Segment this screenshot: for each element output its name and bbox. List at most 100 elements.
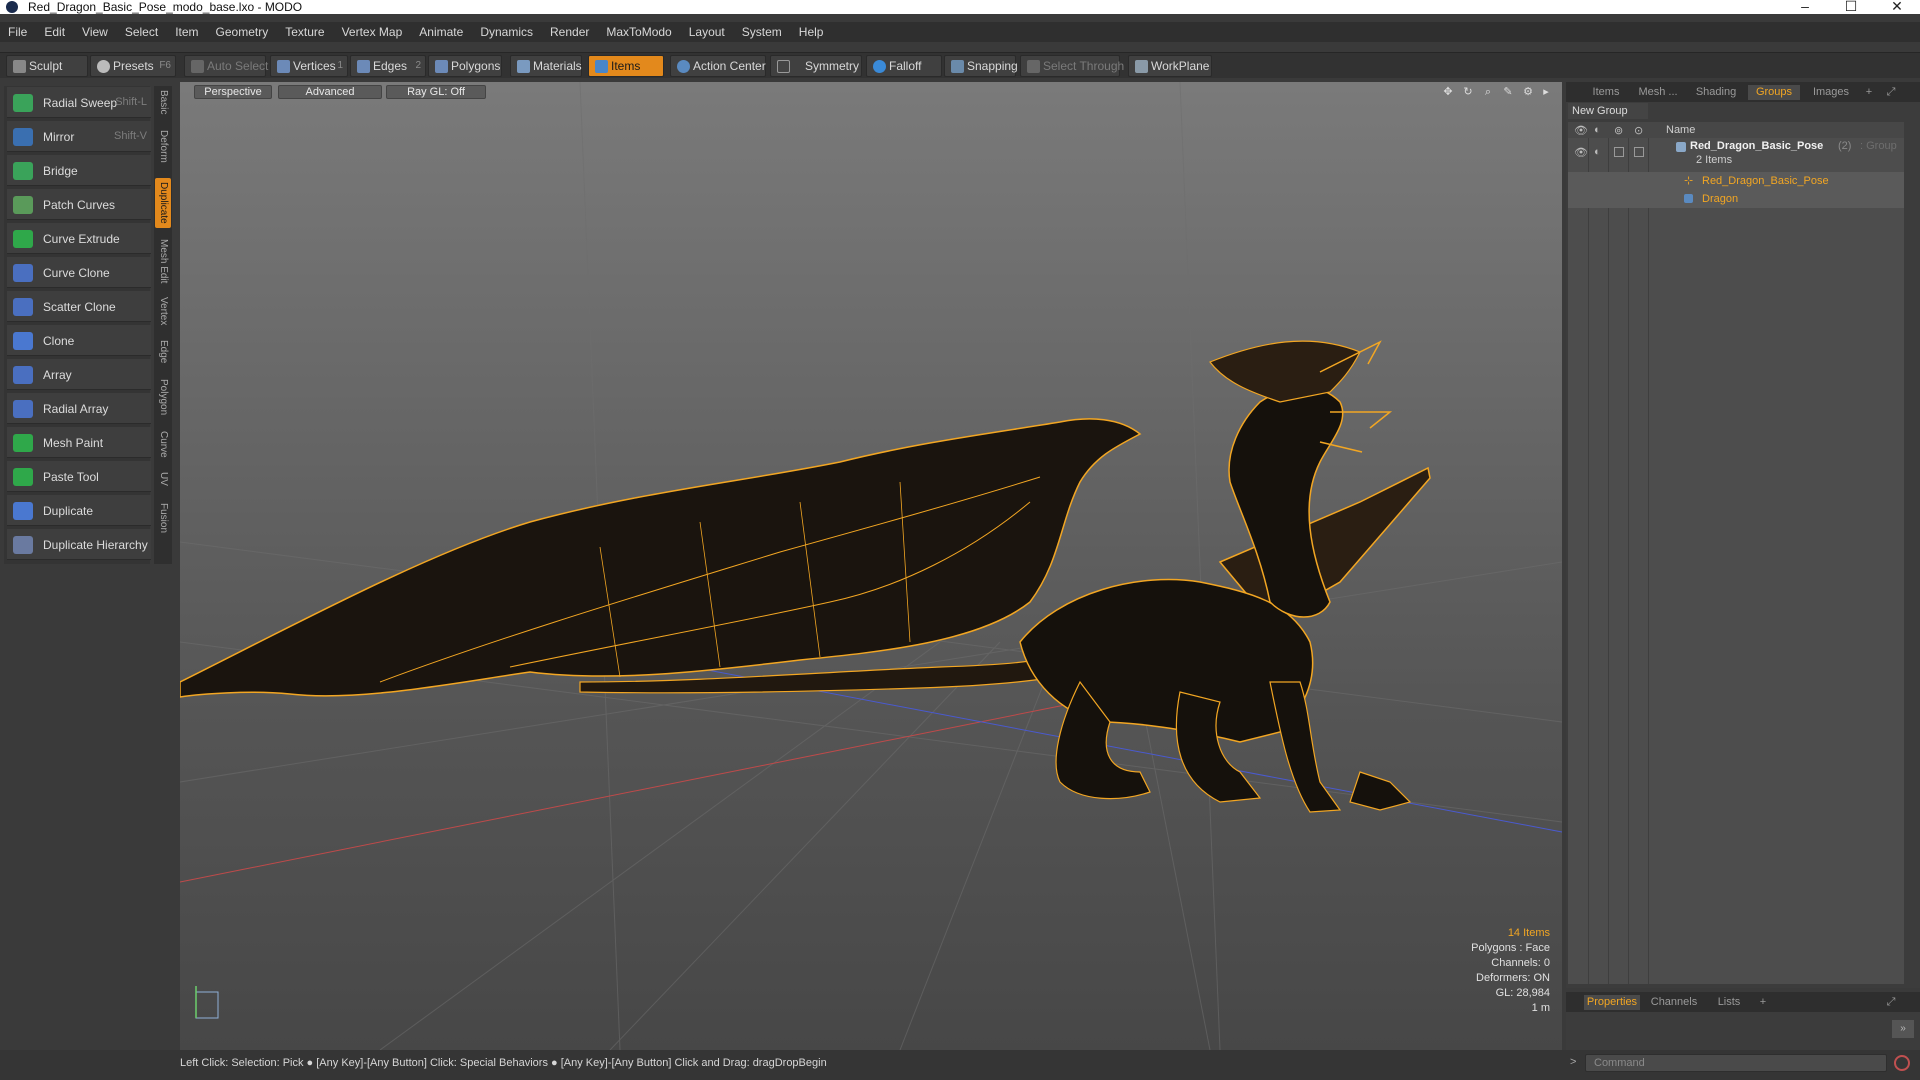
edit-view-icon[interactable]: ✎ <box>1502 86 1514 98</box>
tool-paste-tool[interactable]: Paste Tool <box>7 461 151 492</box>
menu-layout[interactable]: Layout <box>689 25 725 39</box>
perspective-view-dropdown[interactable]: Perspective <box>194 85 272 99</box>
tool-radial-sweep[interactable]: Radial Sweep Shift-L <box>7 87 151 118</box>
menu-animate[interactable]: Animate <box>419 25 463 39</box>
menu-texture[interactable]: Texture <box>285 25 324 39</box>
group-type: : Group <box>1860 140 1897 152</box>
menu-item[interactable]: Item <box>175 25 198 39</box>
zoom-view-icon[interactable]: ⌕ <box>1482 86 1494 98</box>
viewport-canvas[interactable] <box>180 82 1562 1050</box>
falloff-button[interactable]: Falloff <box>866 55 942 77</box>
tab-curve[interactable]: Curve <box>155 428 171 460</box>
3d-viewport[interactable]: Perspective Advanced Ray GL: Off ✥ ↻ ⌕ ✎… <box>180 82 1562 1050</box>
tab-basic[interactable]: Basic <box>155 88 171 116</box>
tool-duplicate-hierarchy[interactable]: Duplicate Hierarchy <box>7 529 151 560</box>
edges-mode-button[interactable]: Edges 2 <box>350 55 426 77</box>
items-mode-button[interactable]: Items <box>588 55 664 77</box>
tool-patch-curves[interactable]: Patch Curves <box>7 189 151 220</box>
tab-shading[interactable]: Shading <box>1688 85 1744 100</box>
raygl-toggle[interactable]: Ray GL: Off <box>386 85 486 99</box>
tab-groups[interactable]: Groups <box>1748 85 1800 100</box>
group-child-row[interactable]: ⊹ Red_Dragon_Basic_Pose <box>1568 172 1904 190</box>
add-tab-icon[interactable]: + <box>1862 85 1876 100</box>
tool-curve-extrude[interactable]: Curve Extrude <box>7 223 151 254</box>
group-row[interactable]: 👁 ◐ Red_Dragon_Basic_Pose (2) : Group 2 … <box>1568 140 1904 170</box>
record-macro-icon[interactable] <box>1894 1055 1910 1071</box>
sculpt-brush-icon <box>13 60 26 73</box>
dragon-mesh[interactable] <box>180 340 1431 813</box>
visibility-eye-icon[interactable]: 👁 <box>1574 124 1588 137</box>
tool-mesh-paint[interactable]: Mesh Paint <box>7 427 151 458</box>
group-child-row[interactable]: Dragon <box>1568 190 1904 208</box>
tab-fusion[interactable]: Fusion <box>155 500 171 536</box>
expand-arrows-icon[interactable]: » <box>1892 1020 1914 1038</box>
presets-button[interactable]: Presets F6 <box>90 55 176 77</box>
tool-duplicate[interactable]: Duplicate <box>7 495 151 526</box>
select-through-button[interactable]: Select Through <box>1020 55 1124 77</box>
minimize-button[interactable]: – <box>1790 0 1820 13</box>
group-render-icon[interactable]: ◐ <box>1594 146 1601 158</box>
tool-mirror[interactable]: Mirror Shift-V <box>7 121 151 152</box>
tab-duplicate[interactable]: Duplicate <box>155 178 171 228</box>
tab-lists[interactable]: Lists <box>1708 995 1750 1010</box>
tool-radial-array[interactable]: Radial Array <box>7 393 151 424</box>
falloff-label: Falloff <box>889 59 922 73</box>
tab-vertex[interactable]: Vertex <box>155 294 171 328</box>
menu-file[interactable]: File <box>8 25 27 39</box>
menu-render[interactable]: Render <box>550 25 589 39</box>
name-column-header: Name <box>1666 124 1696 136</box>
symmetry-button[interactable]: Symmetry <box>770 55 862 77</box>
tool-curve-clone[interactable]: Curve Clone <box>7 257 151 288</box>
tab-polygon[interactable]: Polygon <box>155 376 171 418</box>
viewport-expand-icon[interactable]: ▸ <box>1540 86 1552 98</box>
tab-uv[interactable]: UV <box>155 470 171 488</box>
vertices-mode-button[interactable]: Vertices 1 <box>270 55 348 77</box>
viewport-settings-icon[interactable]: ⚙ <box>1522 86 1534 98</box>
tab-mesh-edit[interactable]: Mesh Edit <box>155 238 171 284</box>
close-button[interactable]: ✕ <box>1882 0 1912 13</box>
group-select-checkbox[interactable] <box>1634 147 1644 157</box>
menu-help[interactable]: Help <box>799 25 824 39</box>
tab-items[interactable]: Items <box>1584 85 1628 100</box>
menu-maxtomodo[interactable]: MaxToModo <box>606 25 671 39</box>
polygons-mode-button[interactable]: Polygons <box>428 55 502 77</box>
maximize-button[interactable]: ☐ <box>1836 0 1866 13</box>
new-group-button[interactable]: New Group <box>1568 103 1648 119</box>
group-lock-checkbox[interactable] <box>1614 147 1624 157</box>
menu-dynamics[interactable]: Dynamics <box>480 25 533 39</box>
select-icon[interactable]: ⊙ <box>1634 124 1643 137</box>
materials-mode-button[interactable]: Materials <box>510 55 582 77</box>
sculpt-button[interactable]: Sculpt <box>6 55 88 77</box>
group-visibility-icon[interactable]: 👁 <box>1574 146 1588 159</box>
action-center-button[interactable]: Action Center <box>670 55 766 77</box>
workplane-button[interactable]: WorkPlane <box>1128 55 1212 77</box>
move-view-icon[interactable]: ✥ <box>1442 86 1454 98</box>
auto-select-button[interactable]: Auto Select <box>184 55 268 77</box>
tool-array[interactable]: Array <box>7 359 151 390</box>
menu-view[interactable]: View <box>82 25 108 39</box>
tool-bridge[interactable]: Bridge <box>7 155 151 186</box>
command-input[interactable]: Command <box>1585 1054 1887 1072</box>
menu-edit[interactable]: Edit <box>44 25 65 39</box>
tab-images[interactable]: Images <box>1804 85 1858 100</box>
tool-scatter-clone[interactable]: Scatter Clone <box>7 291 151 322</box>
render-icon[interactable]: ◐ <box>1594 124 1601 136</box>
tab-channels[interactable]: Channels <box>1646 995 1702 1010</box>
shading-mode-dropdown[interactable]: Advanced <box>278 85 382 99</box>
snapping-button[interactable]: Snapping <box>944 55 1018 77</box>
tool-clone[interactable]: Clone <box>7 325 151 356</box>
add-tab-icon[interactable]: + <box>1756 995 1770 1010</box>
tab-properties[interactable]: Properties <box>1584 995 1640 1010</box>
panel-expand-icon[interactable]: ⤢ <box>1884 85 1898 100</box>
rotate-view-icon[interactable]: ↻ <box>1462 86 1474 98</box>
tab-mesh[interactable]: Mesh ... <box>1632 85 1684 100</box>
panel-expand-icon[interactable]: ⤢ <box>1884 995 1898 1010</box>
array-icon <box>13 366 33 384</box>
menu-system[interactable]: System <box>742 25 782 39</box>
tab-deform[interactable]: Deform <box>155 126 171 166</box>
menu-vertex-map[interactable]: Vertex Map <box>342 25 403 39</box>
tab-edge[interactable]: Edge <box>155 338 171 366</box>
menu-select[interactable]: Select <box>125 25 158 39</box>
lock-icon[interactable]: ⊚ <box>1614 124 1623 137</box>
menu-geometry[interactable]: Geometry <box>216 25 269 39</box>
